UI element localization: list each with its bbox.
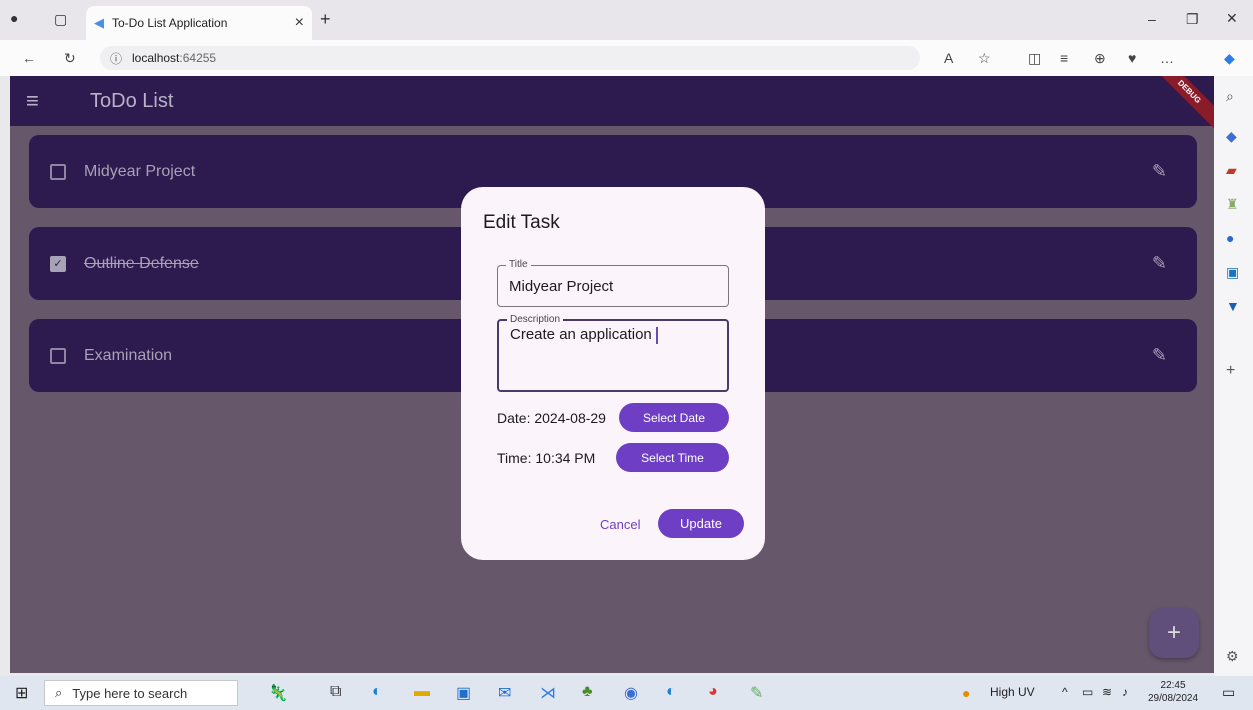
hamburger-menu-icon[interactable]: ≡ bbox=[26, 88, 66, 114]
back-icon[interactable]: ← bbox=[22, 50, 36, 66]
edge-icon[interactable]: ◐ bbox=[372, 683, 382, 701]
vscode-icon[interactable]: ⋊ bbox=[540, 683, 556, 703]
edit-task-dialog: Edit Task Title Midyear Project Descript… bbox=[461, 187, 765, 560]
performance-icon[interactable]: ♥ bbox=[1128, 50, 1136, 66]
close-window-icon[interactable]: ✕ bbox=[1226, 10, 1238, 27]
tools-icon[interactable]: ▰ bbox=[1226, 162, 1237, 179]
clock-time: 22:45 bbox=[1160, 680, 1186, 691]
flutter-icon: ◀ bbox=[94, 15, 104, 30]
task-label: Examination bbox=[84, 346, 173, 364]
debug-banner: DEBUG bbox=[1151, 76, 1214, 130]
windows-start-icon[interactable]: ⊞ bbox=[15, 683, 28, 703]
read-aloud-icon[interactable]: A bbox=[944, 50, 953, 66]
drop-icon[interactable]: ▼ bbox=[1226, 298, 1240, 314]
wifi-icon[interactable]: ≋ bbox=[1102, 685, 1112, 699]
taskbar-clock[interactable]: 22:45 29/08/2024 bbox=[1148, 679, 1198, 705]
dialog-title: Edit Task bbox=[483, 212, 560, 233]
file-explorer-icon[interactable]: ▬ bbox=[414, 683, 430, 701]
description-field-label: Description bbox=[507, 314, 564, 325]
more-icon[interactable]: … bbox=[1160, 50, 1174, 66]
refresh-icon[interactable]: ↻ bbox=[64, 50, 76, 67]
text-cursor bbox=[655, 326, 658, 344]
store-icon[interactable]: ▣ bbox=[456, 683, 471, 703]
search-icon: ⌕ bbox=[55, 685, 63, 700]
title-field[interactable]: Title Midyear Project bbox=[497, 259, 729, 307]
favorite-star-icon[interactable]: ☆ bbox=[978, 50, 991, 67]
task-checkbox[interactable] bbox=[50, 347, 66, 364]
favorites-icon[interactable]: ≡ bbox=[1060, 50, 1068, 66]
taskbar-search[interactable]: ⌕ Type here to search bbox=[44, 680, 238, 706]
taskbar-search-placeholder: Type here to search bbox=[72, 685, 188, 701]
windows-taskbar: ⊞ ⌕ Type here to search 🦎 ⧉ ◐ ▬ ▣ ✉ ⋊ ♣ … bbox=[0, 676, 1253, 710]
address-bar: ← ↻ ⓘ localhost:64255 A ☆ ◫ ≡ ⊕ ♥ … ◆ bbox=[0, 40, 1253, 76]
office-icon[interactable]: ● bbox=[1226, 230, 1234, 246]
url-port: :64255 bbox=[179, 51, 217, 65]
collections-icon[interactable]: ⊕ bbox=[1094, 50, 1106, 67]
copilot-icon[interactable]: ◆ bbox=[1224, 50, 1235, 67]
edit-pencil-icon[interactable]: ✎ bbox=[1152, 345, 1167, 366]
volume-icon[interactable]: ♪ bbox=[1122, 685, 1128, 699]
task-label: Midyear Project bbox=[84, 162, 196, 180]
tab-actions-icon[interactable]: ▢ bbox=[54, 11, 67, 28]
tray-chevron-icon[interactable]: ^ bbox=[1062, 685, 1068, 699]
restore-icon[interactable]: ❐ bbox=[1186, 11, 1199, 28]
tab-title: To-Do List Application bbox=[112, 16, 228, 30]
shopping-icon[interactable]: ◆ bbox=[1226, 128, 1237, 145]
paint-icon[interactable]: ✎ bbox=[750, 683, 763, 703]
browser-tab[interactable]: ◀ To-Do List Application × bbox=[86, 6, 312, 40]
browser-tab-bar: ● ▢ ◀ To-Do List Application × + – ❐ ✕ bbox=[0, 0, 1253, 40]
task-checkbox[interactable]: ✓ bbox=[50, 255, 66, 272]
search-highlight-icon: 🦎 bbox=[268, 685, 288, 702]
outlook-icon[interactable]: ▣ bbox=[1226, 264, 1239, 281]
cancel-button[interactable]: Cancel bbox=[600, 517, 640, 532]
app-title: ToDo List bbox=[90, 89, 174, 112]
edit-pencil-icon[interactable]: ✎ bbox=[1152, 253, 1167, 274]
time-text: Time: 10:34 PM bbox=[497, 450, 596, 466]
games-icon[interactable]: ♜ bbox=[1226, 196, 1239, 213]
info-icon[interactable]: ⓘ bbox=[110, 50, 122, 67]
chrome-icon[interactable]: ◕ bbox=[708, 683, 718, 701]
add-task-button[interactable]: + bbox=[1149, 608, 1199, 658]
add-sidebar-icon[interactable]: + bbox=[1226, 362, 1235, 380]
edge-dev-icon[interactable]: ◐ bbox=[666, 683, 676, 701]
title-field-label: Title bbox=[506, 259, 531, 270]
clock-date: 29/08/2024 bbox=[1148, 693, 1199, 704]
settings-icon[interactable]: ⚙ bbox=[1226, 648, 1239, 665]
app-bar: ≡ ToDo List DEBUG bbox=[10, 76, 1214, 130]
new-tab-icon[interactable]: + bbox=[320, 9, 331, 30]
title-field-value: Midyear Project bbox=[509, 278, 614, 295]
edit-pencil-icon[interactable]: ✎ bbox=[1152, 161, 1167, 182]
minimize-icon[interactable]: – bbox=[1148, 11, 1156, 27]
weather-text[interactable]: High UV bbox=[990, 685, 1035, 699]
url-field[interactable]: ⓘ localhost:64255 bbox=[100, 46, 920, 70]
mail-icon[interactable]: ✉ bbox=[498, 683, 511, 703]
task-view-icon[interactable]: ⧉ bbox=[330, 683, 341, 701]
update-button[interactable]: Update bbox=[658, 509, 744, 538]
url-host: localhost bbox=[132, 51, 180, 65]
task-checkbox[interactable] bbox=[50, 163, 66, 180]
date-text: Date: 2024-08-29 bbox=[497, 410, 606, 426]
profile-icon[interactable]: ● bbox=[10, 10, 18, 26]
search-icon[interactable]: ⌕ bbox=[1226, 88, 1234, 105]
close-tab-icon[interactable]: × bbox=[295, 14, 304, 32]
notification-icon[interactable]: ▭ bbox=[1222, 684, 1235, 701]
edge-sidebar: ⌕ ◆ ▰ ♜ ● ▣ ▼ + ⚙ bbox=[1214, 76, 1253, 676]
uv-weather-icon[interactable]: ● bbox=[962, 685, 970, 701]
description-field-value: Create an application bbox=[510, 326, 652, 343]
task-label: Outline Defense bbox=[84, 254, 199, 272]
description-field[interactable]: Description Create an application bbox=[497, 314, 729, 392]
split-screen-icon[interactable]: ◫ bbox=[1028, 50, 1041, 67]
select-date-button[interactable]: Select Date bbox=[619, 403, 729, 432]
app-icon[interactable]: ♣ bbox=[582, 683, 593, 701]
select-time-button[interactable]: Select Time bbox=[616, 443, 729, 472]
android-studio-icon[interactable]: ◉ bbox=[624, 683, 638, 703]
battery-icon[interactable]: ▭ bbox=[1082, 685, 1093, 699]
